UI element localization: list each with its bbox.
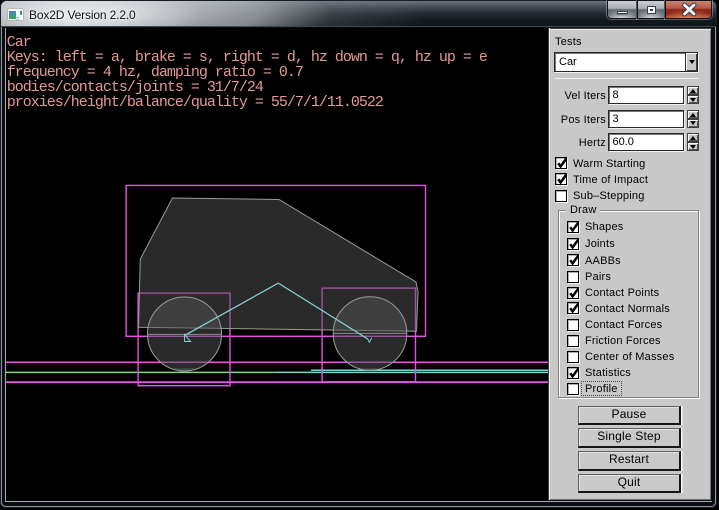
svg-text:proxies/height/balance/quality: proxies/height/balance/quality = 55/7/1/… bbox=[7, 94, 383, 111]
